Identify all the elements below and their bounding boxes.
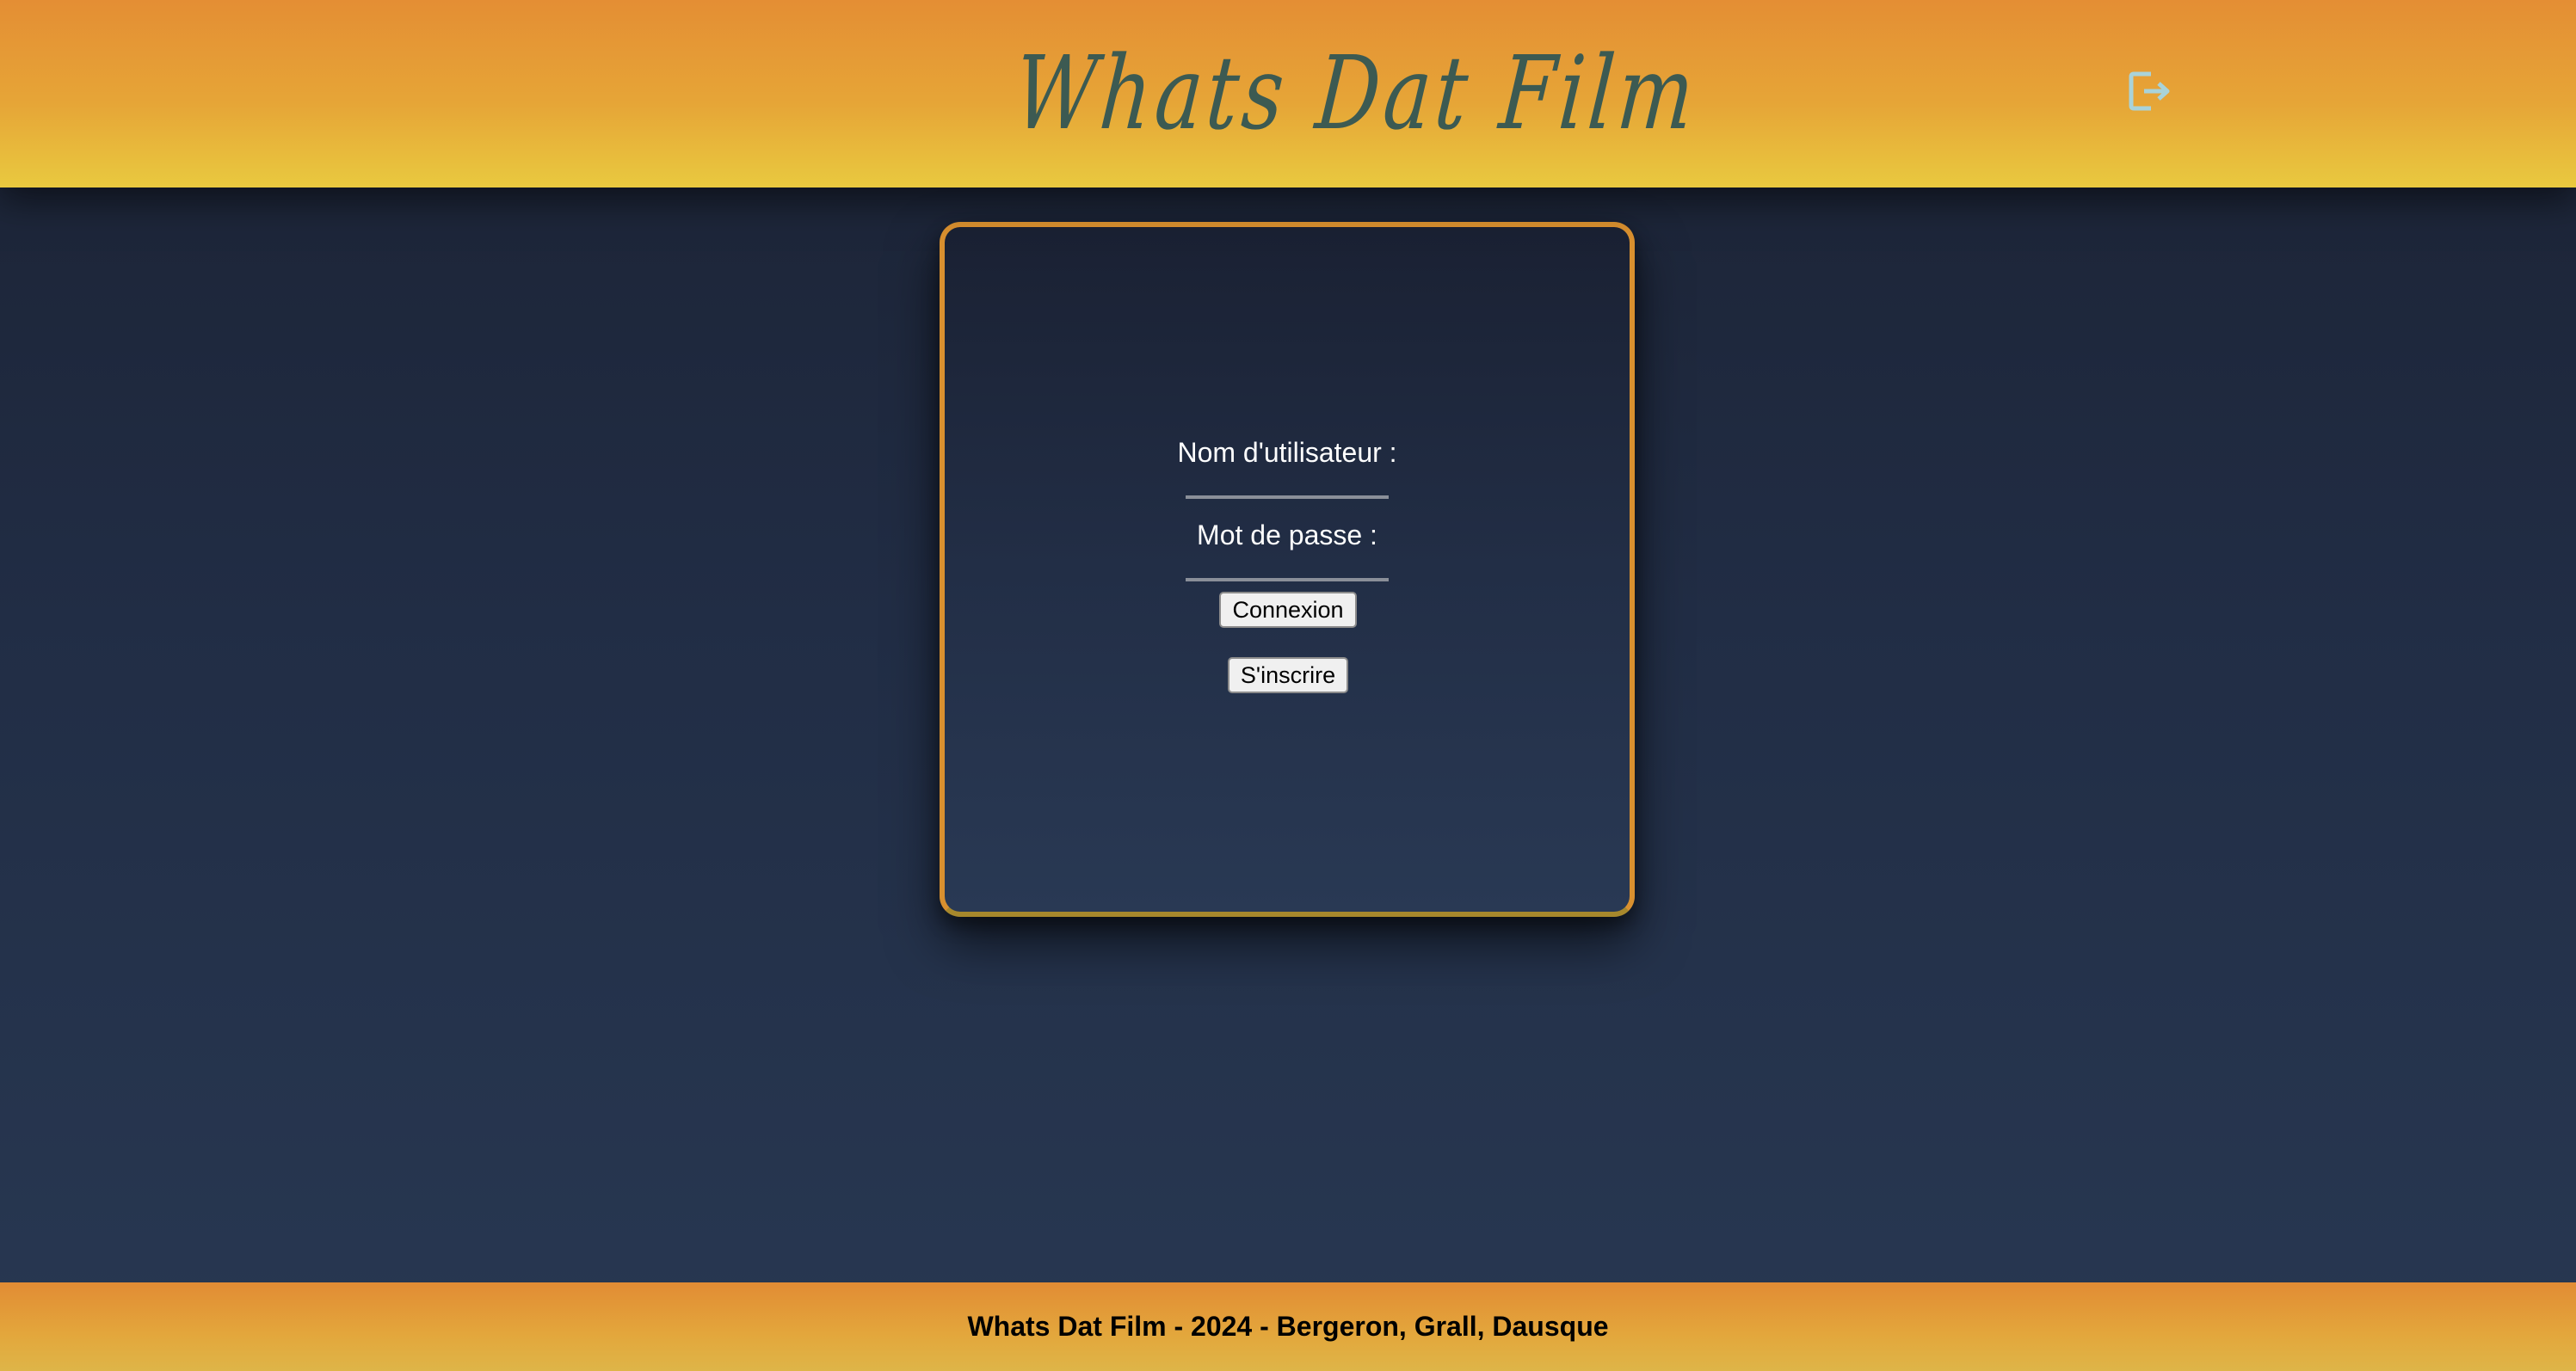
connexion-button[interactable]: Connexion — [1219, 592, 1357, 628]
logout-icon — [2129, 71, 2170, 111]
signup-button[interactable]: S'inscrire — [1228, 657, 1348, 693]
site-header: Whats Dat Film — [0, 0, 2576, 188]
password-input[interactable] — [1186, 578, 1389, 581]
login-card: Nom d'utilisateur : Mot de passe : Conne… — [940, 222, 1635, 917]
password-label: Mot de passe : — [1197, 520, 1377, 550]
site-footer: Whats Dat Film - 2024 - Bergeron, Grall,… — [0, 1282, 2576, 1371]
username-label: Nom d'utilisateur : — [1177, 437, 1397, 468]
username-input[interactable] — [1186, 495, 1389, 499]
site-logo: Whats Dat Film — [1010, 34, 1703, 152]
logout-button[interactable] — [2125, 67, 2173, 115]
footer-credits: Whats Dat Film - 2024 - Bergeron, Grall,… — [967, 1311, 1609, 1342]
